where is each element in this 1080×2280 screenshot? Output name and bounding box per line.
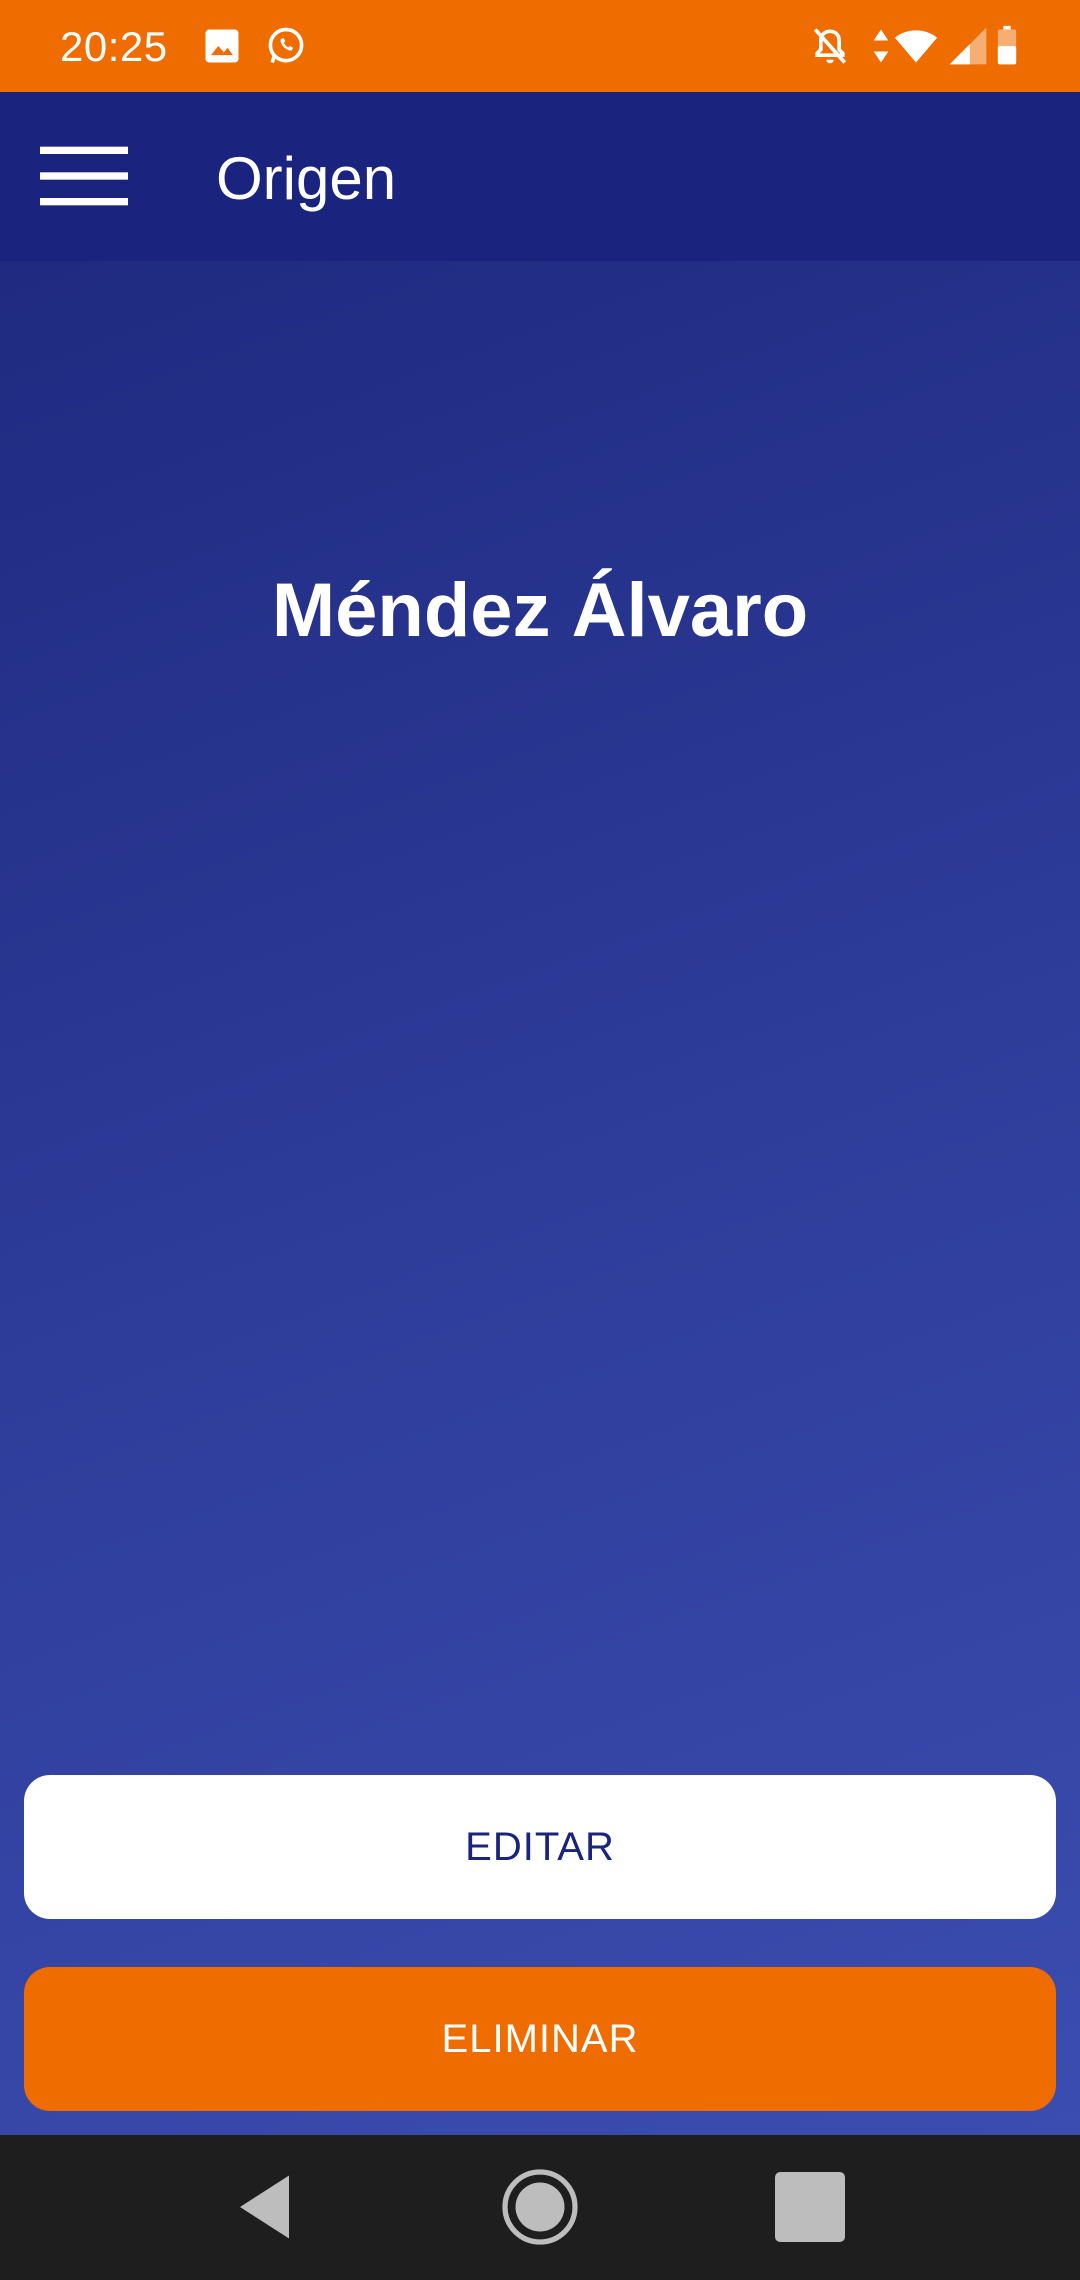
main-content: Méndez Álvaro EDITAR ELIMINAR — [0, 261, 1080, 2135]
delete-button[interactable]: ELIMINAR — [24, 1967, 1056, 2111]
wifi-icon — [894, 24, 938, 68]
status-bar: 20:25 — [0, 0, 1080, 92]
image-icon — [200, 24, 244, 68]
app-screen: 20:25 Origen Méndez Álvaro EDITAR ELIMIN… — [0, 0, 1080, 2280]
status-time: 20:25 — [60, 23, 168, 70]
data-arrows-icon — [868, 24, 894, 68]
station-name: Méndez Álvaro — [271, 568, 809, 653]
system-nav-bar — [0, 2135, 1080, 2280]
cell-signal-icon — [946, 24, 990, 68]
recents-icon[interactable] — [768, 2165, 852, 2249]
edit-button[interactable]: EDITAR — [24, 1775, 1056, 1919]
battery-icon — [992, 24, 1022, 68]
hamburger-menu-icon[interactable] — [40, 132, 128, 220]
page-title: Origen — [216, 145, 397, 212]
back-icon[interactable] — [226, 2165, 310, 2249]
app-bar: Origen — [0, 92, 1080, 261]
home-icon[interactable] — [498, 2165, 582, 2249]
whatsapp-icon — [264, 24, 308, 68]
notifications-off-icon — [808, 24, 852, 68]
